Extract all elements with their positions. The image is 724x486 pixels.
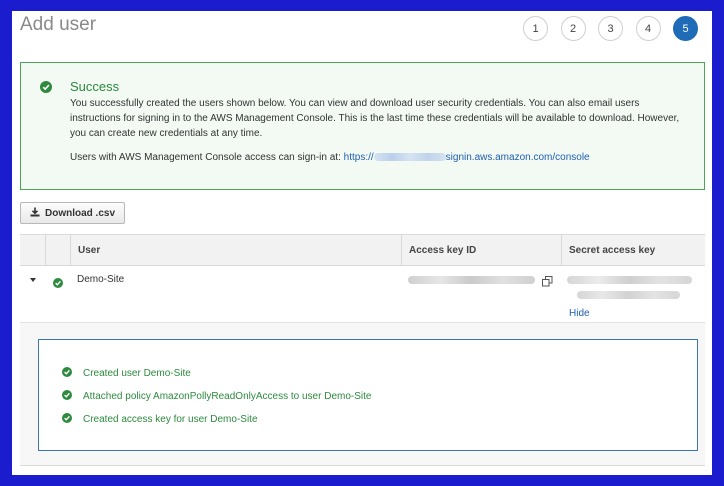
- hide-secret-link[interactable]: Hide: [569, 308, 590, 319]
- step-1[interactable]: 1: [523, 16, 548, 41]
- column-divider: [45, 235, 46, 266]
- step-2[interactable]: 2: [560, 16, 586, 41]
- expand-caret-icon[interactable]: [30, 278, 36, 282]
- check-circle-icon: [62, 413, 72, 426]
- main-panel: Add user 1 2 3 4 5 Success You successfu…: [12, 11, 712, 475]
- signin-url-link[interactable]: https:// signin.aws.amazon.com/console: [344, 152, 590, 163]
- detail-text: Created access key for user Demo-Site: [83, 414, 258, 425]
- page-title: Add user: [20, 14, 97, 35]
- table-row: Demo-Site Hide: [20, 266, 705, 323]
- row-details-panel: Created user Demo-Site Attached policy A…: [20, 323, 705, 466]
- check-circle-icon: [62, 390, 72, 403]
- list-item: Created user Demo-Site: [62, 367, 191, 380]
- details-box: Created user Demo-Site Attached policy A…: [38, 339, 698, 451]
- check-circle-icon: [62, 367, 72, 380]
- table-header: User Access key ID Secret access key: [20, 234, 705, 266]
- redacted-secret-key: [577, 291, 680, 299]
- step-5[interactable]: 5: [673, 16, 698, 41]
- check-circle-icon: [40, 80, 52, 98]
- step-4[interactable]: 4: [635, 16, 661, 41]
- list-item: Attached policy AmazonPollyReadOnlyAcces…: [62, 390, 371, 403]
- signin-label: Users with AWS Management Console access…: [70, 152, 341, 163]
- check-circle-icon: [53, 275, 63, 293]
- success-message: You successfully created the users shown…: [70, 98, 680, 139]
- users-table: User Access key ID Secret access key Dem…: [20, 234, 705, 466]
- user-name: Demo-Site: [77, 274, 125, 285]
- redacted-secret-key: [567, 276, 692, 284]
- success-alert: Success You successfully created the use…: [20, 62, 705, 190]
- success-title: Success: [70, 79, 120, 94]
- column-header-secret-access-key[interactable]: Secret access key: [561, 235, 655, 266]
- copy-icon[interactable]: [542, 274, 553, 292]
- signin-url-prefix: https://: [343, 152, 374, 163]
- signin-url-suffix: signin.aws.amazon.com/console: [445, 152, 590, 163]
- column-header-user[interactable]: User: [70, 235, 100, 266]
- redacted-access-key-id: [408, 276, 535, 284]
- download-icon: [30, 207, 40, 220]
- download-csv-label: Download .csv: [44, 207, 115, 219]
- redacted-account-id: [373, 153, 446, 162]
- step-3[interactable]: 3: [598, 16, 623, 41]
- wizard-steps: 1 2 3 4 5: [523, 16, 711, 41]
- detail-text: Created user Demo-Site: [83, 368, 191, 379]
- list-item: Created access key for user Demo-Site: [62, 413, 258, 426]
- download-csv-button[interactable]: Download .csv: [20, 202, 125, 224]
- column-header-access-key-id[interactable]: Access key ID: [401, 235, 476, 266]
- detail-text: Attached policy AmazonPollyReadOnlyAcces…: [83, 391, 372, 402]
- signin-line: Users with AWS Management Console access…: [70, 152, 590, 163]
